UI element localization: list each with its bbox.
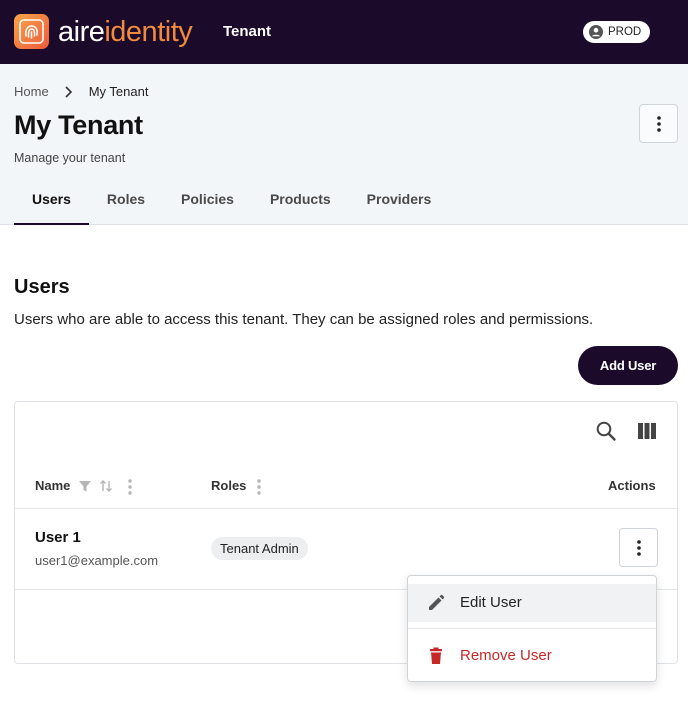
app-section-label: Tenant: [223, 23, 272, 40]
table-header: Name Roles Actions: [15, 463, 677, 509]
tab-users[interactable]: Users: [14, 182, 89, 225]
column-menu-icon[interactable]: [256, 479, 262, 495]
logo-identity-text: identity: [104, 16, 193, 48]
column-menu-icon[interactable]: [127, 479, 133, 495]
account-circle-icon: [589, 25, 603, 39]
chevron-right-icon: [59, 84, 79, 100]
breadcrumb-current: My Tenant: [88, 84, 149, 99]
tab-bar: Users Roles Policies Products Providers: [14, 182, 449, 225]
tab-products[interactable]: Products: [252, 182, 349, 225]
page-subtitle: Manage your tenant: [14, 151, 126, 165]
brand-logo[interactable]: aireidentity: [58, 14, 193, 50]
column-header-name[interactable]: Name: [35, 477, 70, 495]
user-name: User 1: [35, 529, 81, 546]
filter-icon[interactable]: [78, 479, 92, 493]
page-header: Home My Tenant My Tenant Manage your ten…: [0, 64, 688, 225]
view-columns-icon[interactable]: [637, 422, 657, 440]
more-vertical-icon: [656, 115, 661, 132]
top-bar: aireidentity Tenant PROD: [0, 0, 688, 64]
trash-icon: [430, 647, 442, 664]
add-user-button[interactable]: Add User: [578, 346, 678, 385]
row-actions-menu: Edit User Remove User: [407, 575, 657, 682]
section-title: Users: [14, 276, 70, 298]
user-email: user1@example.com: [35, 553, 159, 568]
environment-badge[interactable]: PROD: [583, 21, 650, 43]
menu-item-label: Edit User: [460, 594, 522, 611]
menu-item-label: Remove User: [460, 647, 552, 664]
page-title: My Tenant: [14, 110, 143, 140]
search-icon[interactable]: [595, 420, 617, 442]
section-description: Users who are able to access this tenant…: [14, 311, 594, 328]
menu-item-remove-user[interactable]: Remove User: [408, 637, 656, 675]
sort-icon[interactable]: [99, 479, 113, 493]
menu-divider: [408, 628, 656, 629]
more-vertical-icon: [636, 539, 641, 556]
breadcrumb-home-link[interactable]: Home: [14, 84, 49, 100]
logo-aire-text: aire: [58, 16, 105, 48]
breadcrumb: Home My Tenant: [14, 84, 148, 100]
pencil-icon: [429, 594, 445, 610]
tab-policies[interactable]: Policies: [163, 182, 252, 225]
environment-label: PROD: [608, 26, 642, 38]
column-header-roles[interactable]: Roles: [211, 477, 246, 495]
row-actions-button[interactable]: [619, 528, 658, 567]
fingerprint-logo-icon[interactable]: [14, 14, 49, 49]
column-header-actions: Actions: [608, 478, 656, 493]
tab-roles[interactable]: Roles: [89, 182, 163, 225]
menu-item-edit-user[interactable]: Edit User: [408, 584, 656, 622]
role-chip: Tenant Admin: [211, 537, 308, 560]
tab-providers[interactable]: Providers: [349, 182, 450, 225]
page-more-options-button[interactable]: [639, 104, 678, 143]
